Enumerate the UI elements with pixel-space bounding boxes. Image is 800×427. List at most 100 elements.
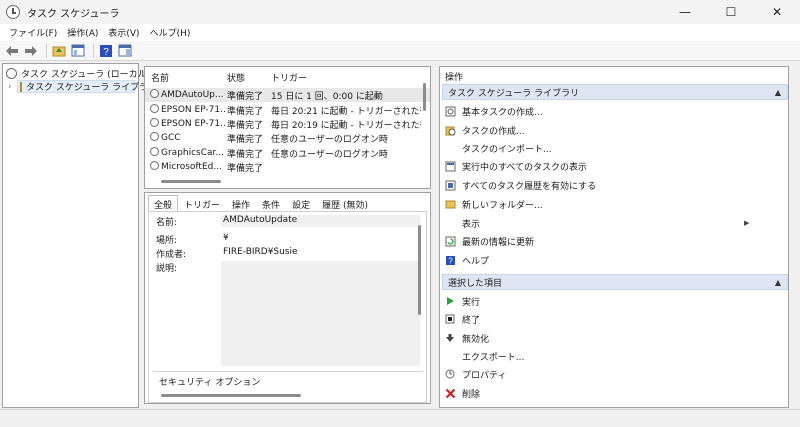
action-new-folder[interactable]: 新しいフォルダー... <box>444 196 543 212</box>
action-run[interactable]: 実行 <box>444 293 480 309</box>
collapse-icon[interactable]: ▲ <box>775 88 781 97</box>
column-header-name[interactable]: 名前 <box>151 71 169 84</box>
run-icon <box>444 295 456 307</box>
action-create-basic-task[interactable]: 基本タスクの作成... <box>444 103 543 119</box>
general-panel: 名前: AMDAutoUpdate 場所: ¥ 作成者: FIRE-BIRD¥S… <box>148 211 427 403</box>
task-icon <box>150 132 159 141</box>
task-list: 名前 状態 トリガー AMDAutoUp... 準備完了 15 日に 1 回、0… <box>144 66 431 189</box>
menu-bar: ファイル(F) 操作(A) 表示(V) ヘルプ(H) <box>0 24 800 41</box>
delete-icon <box>444 387 456 399</box>
action-disable[interactable]: 無効化 <box>444 330 489 346</box>
security-options-label: セキュリティ オプション <box>159 378 261 388</box>
action-properties[interactable]: プロパティ <box>444 366 506 382</box>
author-label: 作成者: <box>156 250 187 260</box>
author-value: FIRE-BIRD¥Susie <box>223 247 298 257</box>
navigation-tree: タスク スケジューラ (ローカル) › タスク スケジューラ ライブラリ <box>2 63 157 408</box>
refresh-icon <box>444 235 456 247</box>
action-refresh[interactable]: 最新の情報に更新 <box>444 233 534 249</box>
description-field[interactable] <box>221 261 420 366</box>
help-icon[interactable]: ? <box>98 43 114 59</box>
disable-icon <box>444 332 456 344</box>
tree-item-local[interactable]: タスク スケジューラ (ローカル) <box>6 67 150 80</box>
submenu-arrow-icon: ▶ <box>744 219 750 227</box>
forward-arrow-icon[interactable] <box>23 43 39 59</box>
title-bar: タスク スケジューラ — ☐ ✕ <box>0 0 800 24</box>
help-icon: ? <box>444 254 456 266</box>
table-row[interactable]: EPSON EP-71... 準備完了 毎日 20:19 に起動 - トリガーさ… <box>145 117 430 131</box>
menu-file[interactable]: ファイル(F) <box>4 26 62 39</box>
action-delete[interactable]: 削除 <box>444 385 480 401</box>
show-hide-pane-icon[interactable] <box>70 43 86 59</box>
up-folder-icon[interactable] <box>51 43 67 59</box>
collapse-icon[interactable]: ▲ <box>775 278 781 287</box>
task-icon <box>150 161 159 170</box>
running-tasks-icon <box>444 160 456 172</box>
actions-pane: 操作 タスク スケジューラ ライブラリ ▲ 基本タスクの作成... タスクの作成… <box>439 66 789 408</box>
toolbar: ? <box>0 41 800 61</box>
history-icon <box>444 179 456 191</box>
table-row[interactable]: GCC 準備完了 任意のユーザーのログオン時 <box>145 131 430 145</box>
name-field[interactable]: AMDAutoUpdate <box>221 215 420 227</box>
task-icon <box>150 147 159 156</box>
clock-icon <box>6 68 17 79</box>
action-pane-icon[interactable] <box>117 43 133 59</box>
name-label: 名前: <box>156 218 178 228</box>
horizontal-scrollbar[interactable] <box>161 180 221 183</box>
folder-icon <box>444 198 456 210</box>
action-view[interactable]: 表示 ▶ <box>444 215 784 231</box>
action-show-running-tasks[interactable]: 実行中のすべてのタスクの表示 <box>444 158 587 174</box>
action-help[interactable]: ? ヘルプ <box>444 252 489 268</box>
location-value: ¥ <box>223 233 229 243</box>
action-export[interactable]: エクスポート... <box>444 348 524 364</box>
task-icon <box>150 89 159 98</box>
vertical-scrollbar[interactable] <box>418 225 421 315</box>
back-arrow-icon[interactable] <box>4 43 20 59</box>
action-enable-history[interactable]: すべてのタスク履歴を有効にする <box>444 177 596 193</box>
table-row[interactable]: MicrosoftEd... 準備完了 <box>145 160 430 174</box>
menu-help[interactable]: ヘルプ(H) <box>145 26 196 39</box>
detail-tabs: 全般 トリガー 操作 条件 設定 履歴 (無効) <box>148 195 374 211</box>
svg-text:?: ? <box>103 47 109 58</box>
vertical-scrollbar[interactable] <box>423 83 426 111</box>
table-row[interactable]: AMDAutoUp... 準備完了 15 日に 1 回、0:00 に起動 <box>145 88 430 102</box>
table-row[interactable]: GraphicsCar... 準備完了 任意のユーザーのログオン時 <box>145 146 430 160</box>
column-header-status[interactable]: 状態 <box>227 71 245 84</box>
svg-text:?: ? <box>448 256 453 265</box>
library-section-header[interactable]: タスク スケジューラ ライブラリ ▲ <box>442 84 788 100</box>
table-row[interactable]: EPSON EP-71... 準備完了 毎日 20:21 に起動 - トリガーさ… <box>145 103 430 117</box>
menu-view[interactable]: 表示(V) <box>103 26 144 39</box>
tree-expander-icon[interactable]: › <box>8 82 12 92</box>
tab-triggers[interactable]: トリガー <box>178 195 226 211</box>
wizard-icon <box>444 105 456 117</box>
minimize-button[interactable]: — <box>662 0 708 24</box>
action-create-task[interactable]: タスクの作成... <box>444 122 525 138</box>
tree-item-library[interactable]: タスク スケジューラ ライブラリ <box>17 80 157 93</box>
clock-icon <box>6 5 20 19</box>
selected-item-section-header[interactable]: 選択した項目 ▲ <box>442 274 788 290</box>
actions-title: 操作 <box>445 73 464 83</box>
action-end[interactable]: 終了 <box>444 311 480 327</box>
horizontal-scrollbar[interactable] <box>161 394 301 397</box>
close-button[interactable]: ✕ <box>754 0 800 24</box>
tab-conditions[interactable]: 条件 <box>256 195 286 211</box>
tab-history[interactable]: 履歴 (無効) <box>316 195 374 211</box>
location-label: 場所: <box>156 236 178 246</box>
maximize-button[interactable]: ☐ <box>708 0 754 24</box>
status-bar <box>0 409 800 427</box>
tab-general[interactable]: 全般 <box>148 195 179 211</box>
tab-settings[interactable]: 設定 <box>286 195 316 211</box>
toolbar-separator <box>46 43 47 58</box>
description-label: 説明: <box>156 264 178 274</box>
task-icon <box>150 118 159 127</box>
divider <box>153 371 423 372</box>
task-list-header: 名前 状態 トリガー <box>145 70 430 84</box>
task-details: 全般 トリガー 操作 条件 設定 履歴 (無効) 名前: AMDAutoUpda… <box>144 192 431 404</box>
task-icon <box>150 104 159 113</box>
menu-action[interactable]: 操作(A) <box>62 26 103 39</box>
tab-actions[interactable]: 操作 <box>226 195 256 211</box>
action-import-task[interactable]: タスクのインポート... <box>444 140 552 156</box>
column-header-trigger[interactable]: トリガー <box>271 71 307 84</box>
window-title: タスク スケジューラ <box>27 8 120 20</box>
properties-icon <box>444 368 456 380</box>
toolbar-separator <box>93 43 94 58</box>
